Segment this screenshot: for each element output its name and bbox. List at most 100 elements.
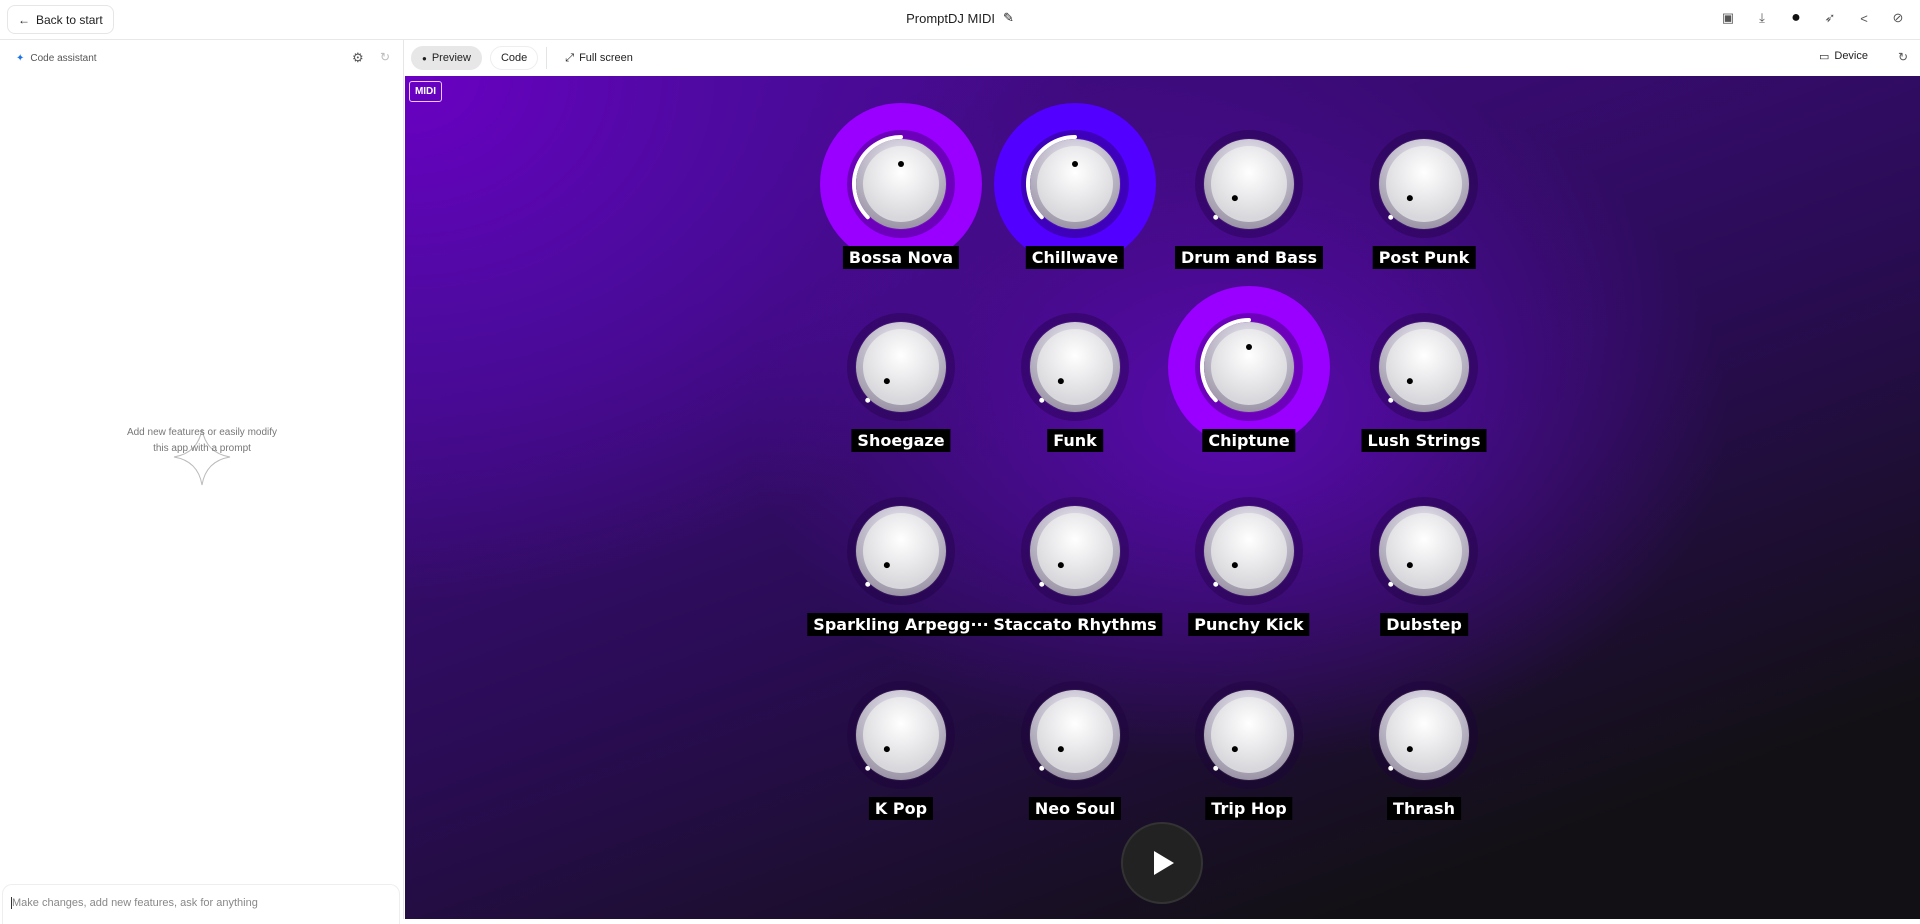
knob-label[interactable]: K Pop — [868, 797, 934, 820]
knob-label[interactable]: Funk — [1047, 429, 1103, 452]
knob-indicator — [1406, 746, 1413, 753]
knob[interactable] — [847, 313, 955, 421]
knob-indicator — [1231, 746, 1238, 753]
panel-title: Code assistant — [30, 52, 97, 64]
device-icon: ▭ — [1818, 51, 1830, 63]
knob-cap — [1211, 329, 1287, 405]
knob-indicator — [1057, 378, 1064, 385]
tab-preview[interactable]: ● Preview — [411, 46, 482, 70]
rocket-icon[interactable]: ➶ — [1820, 8, 1840, 28]
knob-indicator — [1406, 195, 1413, 202]
knob[interactable] — [1370, 681, 1478, 789]
knob-indicator — [1072, 161, 1078, 167]
title-text: PromptDJ MIDI — [906, 10, 995, 26]
back-to-start-button[interactable]: ← Back to start — [7, 5, 114, 34]
knob[interactable] — [847, 681, 955, 789]
knob-label[interactable]: Post Punk — [1372, 246, 1476, 269]
hide-icon[interactable]: ⊘ — [1888, 8, 1908, 28]
knob-indicator — [1406, 378, 1413, 385]
expand-icon: ⤢ — [565, 51, 575, 64]
app-title: PromptDJ MIDI ✎ — [906, 10, 1014, 26]
knob-cap — [863, 513, 939, 589]
knob-label[interactable]: Staccato Rhythms — [987, 613, 1163, 636]
knob-label[interactable]: Neo Soul — [1028, 797, 1122, 820]
play-icon — [1154, 851, 1174, 875]
reload-icon[interactable]: ↻ — [1898, 50, 1908, 64]
knob-indicator — [1057, 746, 1064, 753]
knob-cap — [1211, 146, 1287, 222]
device-button[interactable]: ▭ Device — [1819, 50, 1868, 63]
knob-indicator — [898, 161, 904, 167]
knob[interactable] — [1195, 130, 1303, 238]
knob-cap — [1211, 697, 1287, 773]
github-icon[interactable]: ● — [1786, 8, 1806, 28]
knob-indicator — [1406, 562, 1413, 569]
empty-line: Add new features or easily modify — [126, 427, 278, 438]
knob[interactable] — [1021, 681, 1129, 789]
gear-icon[interactable]: ⚙ — [352, 50, 364, 66]
knob-label[interactable]: Bossa Nova — [842, 246, 960, 269]
knob-label[interactable]: Trip Hop — [1205, 797, 1293, 820]
knob-cap — [1211, 513, 1287, 589]
knob[interactable] — [1370, 497, 1478, 605]
knob[interactable] — [1195, 497, 1303, 605]
knob-grid — [820, 103, 1478, 789]
play-button[interactable] — [1123, 824, 1201, 902]
knob-indicator — [883, 378, 890, 385]
knob[interactable] — [820, 103, 982, 265]
knob-indicator — [1231, 562, 1238, 569]
knob-indicator — [1231, 195, 1238, 202]
knob-label[interactable]: Thrash — [1387, 797, 1461, 820]
knob[interactable] — [994, 103, 1156, 265]
fullscreen-label: Full screen — [579, 52, 633, 64]
device-label: Device — [1834, 50, 1868, 62]
divider — [546, 47, 548, 69]
knob-label[interactable]: Lush Strings — [1361, 429, 1487, 452]
knob-label[interactable]: Shoegaze — [851, 429, 951, 452]
knob-indicator — [1057, 562, 1064, 569]
knob-cap — [863, 329, 939, 405]
knob-cap — [1386, 329, 1462, 405]
knob-cap — [1037, 513, 1113, 589]
arrow-left-icon: ← — [18, 12, 30, 27]
sparkle-icon: ✦ — [16, 52, 25, 64]
knob-label[interactable]: Dubstep — [1380, 613, 1468, 636]
fullscreen-button[interactable]: ⤢ Full screen — [555, 46, 643, 70]
knob[interactable] — [1195, 681, 1303, 789]
empty-line: this app with a prompt — [153, 443, 251, 454]
knob-cap — [863, 697, 939, 773]
chat-placeholder: Make changes, add new features, ask for … — [12, 897, 258, 909]
knob[interactable] — [1370, 313, 1478, 421]
knob[interactable] — [847, 497, 955, 605]
knob-indicator — [1246, 344, 1252, 350]
knob-label[interactable]: Drum and Bass — [1174, 246, 1324, 269]
knob-cap — [1386, 697, 1462, 773]
preview-toolbar: ● Preview Code ⤢ Full screen ▭ Device ↻ — [405, 40, 1920, 76]
download-icon[interactable]: ⤓ — [1752, 8, 1772, 28]
tab-label: Preview — [431, 52, 471, 64]
save-icon[interactable]: ▣ — [1718, 8, 1738, 28]
refresh-icon[interactable]: ↻ — [380, 50, 390, 64]
code-assistant-panel: ✦ Code assistant ⚙ ↻ Add new features or e… — [0, 40, 404, 924]
knob-label[interactable]: Punchy Kick — [1188, 613, 1310, 636]
knob[interactable] — [1370, 130, 1478, 238]
edit-pencil-icon[interactable]: ✎ — [1003, 10, 1014, 26]
share-icon[interactable]: < — [1854, 8, 1874, 28]
knob-cap — [1386, 513, 1462, 589]
back-label: Back to start — [36, 12, 103, 27]
knob[interactable] — [1168, 286, 1330, 448]
top-bar: ← Back to start PromptDJ MIDI ✎ ▣ ⤓ ● ➶ < … — [0, 0, 1920, 40]
app-preview: MIDI Bossa Nova Chillwave Drum and Bass Pos… — [405, 76, 1920, 919]
tab-code[interactable]: Code — [489, 46, 539, 70]
chat-input[interactable]: Make changes, add new features, ask for … — [2, 884, 400, 924]
knob-cap — [1037, 329, 1113, 405]
knob-label[interactable]: Chiptune — [1202, 429, 1296, 452]
tab-label: Code — [500, 52, 528, 64]
empty-state: Add new features or easily modify this ap… — [0, 425, 404, 457]
knob-label[interactable]: Chillwave — [1025, 246, 1125, 269]
knob-cap — [863, 146, 939, 222]
knob-cap — [1386, 146, 1462, 222]
knob[interactable] — [1021, 497, 1129, 605]
knob-label[interactable]: Sparkling Arpegg··· — [807, 613, 995, 636]
knob[interactable] — [1021, 313, 1129, 421]
